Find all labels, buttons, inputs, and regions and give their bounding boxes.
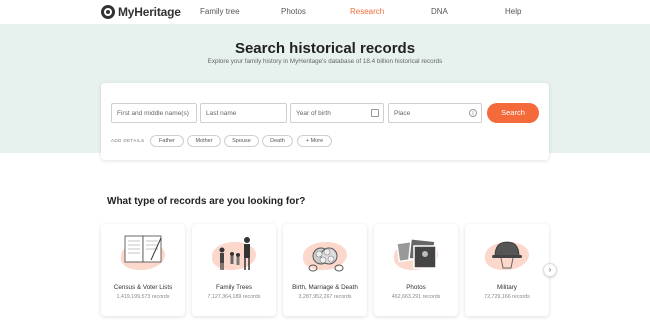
record-count: 462,663,291 records xyxy=(391,294,441,300)
page-subtitle: Explore your family history in MyHeritag… xyxy=(207,58,443,65)
helmet-icon xyxy=(492,241,522,269)
calendar-icon[interactable] xyxy=(371,109,379,117)
record-card-photos[interactable]: Photos 462,663,291 records xyxy=(374,224,458,316)
pill-father[interactable]: Father xyxy=(150,135,184,147)
page-title: Search historical records xyxy=(234,40,416,57)
record-count: 3,287,952,267 records xyxy=(298,294,352,300)
record-name: Birth, Marriage & Death xyxy=(292,284,358,291)
pill-spouse[interactable]: Spouse xyxy=(224,135,259,147)
first-name-placeholder: First and middle name(s) xyxy=(117,110,189,117)
nav-research[interactable]: Research xyxy=(350,7,384,16)
rings-flowers-icon xyxy=(308,247,344,272)
record-name: Photos xyxy=(406,284,426,291)
photos-icon xyxy=(396,237,437,269)
nav-family-tree[interactable]: Family tree xyxy=(200,7,240,16)
section-title: What type of records are you looking for… xyxy=(107,196,306,207)
info-icon[interactable]: i xyxy=(469,109,477,117)
record-card-family-trees[interactable]: Family Trees 7,127,364,189 records xyxy=(192,224,276,316)
place-field[interactable]: Place i xyxy=(388,103,482,123)
record-name: Census & Voter Lists xyxy=(113,284,173,291)
logo-text: MyHeritage xyxy=(118,5,181,19)
record-name: Family Trees xyxy=(215,284,253,291)
nav-help[interactable]: Help xyxy=(505,7,521,16)
add-details-label: ADD DETAILS xyxy=(111,138,145,143)
family-icon xyxy=(219,237,250,270)
record-count: 7,127,364,189 records xyxy=(207,294,261,300)
search-button[interactable]: Search xyxy=(487,103,539,123)
first-name-field[interactable]: First and middle name(s) xyxy=(111,103,197,123)
record-count: 72,729,166 records xyxy=(484,294,530,300)
last-name-field[interactable]: Last name xyxy=(200,103,287,123)
year-of-birth-field[interactable]: Year of birth xyxy=(290,103,384,123)
myheritage-logo[interactable]: MyHeritage xyxy=(101,4,181,20)
search-card: First and middle name(s) Last name Year … xyxy=(101,83,549,160)
pill-more[interactable]: + More xyxy=(297,135,332,147)
census-book-icon xyxy=(124,235,162,263)
record-name: Military xyxy=(497,284,517,291)
record-card-military[interactable]: Military 72,729,166 records xyxy=(465,224,549,316)
nav-photos[interactable]: Photos xyxy=(281,7,306,16)
last-name-placeholder: Last name xyxy=(206,110,237,117)
logo-icon xyxy=(101,5,115,19)
place-placeholder: Place xyxy=(394,110,411,117)
record-count: 1,419,199,573 records xyxy=(116,294,170,300)
next-arrow-button[interactable]: › xyxy=(543,263,557,277)
record-card-birth-marriage-death[interactable]: Birth, Marriage & Death 3,287,952,267 re… xyxy=(283,224,367,316)
pill-death[interactable]: Death xyxy=(262,135,293,147)
year-of-birth-placeholder: Year of birth xyxy=(296,110,331,117)
pill-mother[interactable]: Mother xyxy=(187,135,221,147)
record-card-census[interactable]: Census & Voter Lists 1,419,199,573 recor… xyxy=(101,224,185,316)
nav-dna[interactable]: DNA xyxy=(431,7,448,16)
top-nav: MyHeritage Family tree Photos Research D… xyxy=(0,0,650,24)
